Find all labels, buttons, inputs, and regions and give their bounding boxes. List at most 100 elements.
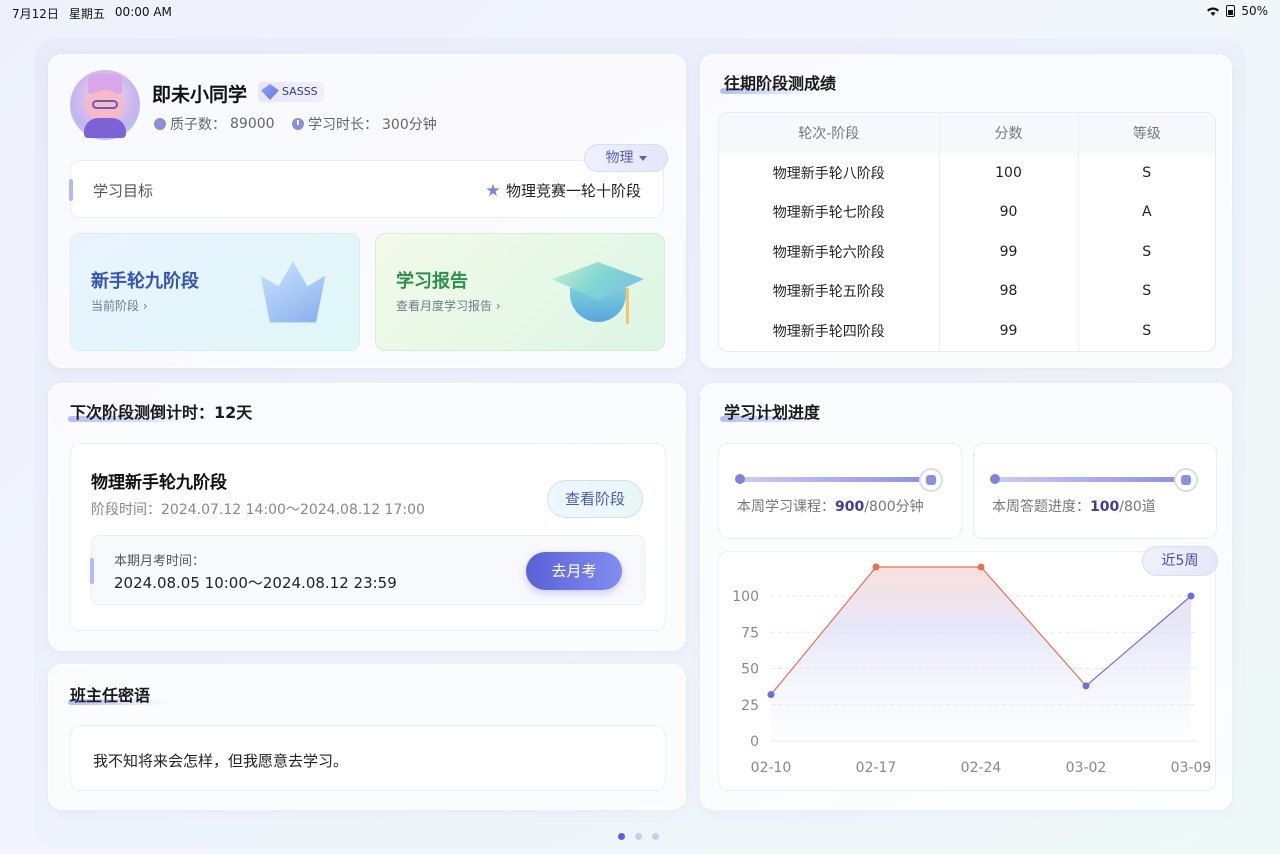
view-stage-button[interactable]: 查看阶段 <box>547 480 643 518</box>
chart-area <box>771 567 1191 741</box>
crown-icon <box>260 261 326 323</box>
table-row: 物理新手轮四阶段 99 S <box>719 311 1215 351</box>
star-icon <box>486 183 500 197</box>
next-stage-time: 阶段时间：2024.07.12 14:00～2024.08.12 17:00 <box>91 502 425 518</box>
table-row: 物理新手轮六阶段 99 S <box>719 232 1215 272</box>
progress-start-dot <box>990 474 1000 484</box>
y-tick-label: 75 <box>741 625 759 641</box>
course-progress-label: 本周学习课程： <box>737 499 835 515</box>
current-stage-tile[interactable]: 新手轮九阶段 当前阶段 › <box>70 233 360 351</box>
data-point <box>977 563 985 571</box>
status-bar: 7月12日 星期五 00:00 AM 50% <box>0 0 1280 24</box>
cell-stage: 物理新手轮五阶段 <box>719 271 940 311</box>
study-goal: 学习目标 物理竞赛一轮十阶段 <box>69 160 664 218</box>
x-tick-label: 03-09 <box>1171 760 1212 776</box>
cell-stage: 物理新手轮八阶段 <box>719 153 940 193</box>
chevron-right-icon: › <box>495 299 501 313</box>
quiz-progress: 本周答题进度：100/80道 <box>973 443 1217 539</box>
quark-count: 质子数： 89000 <box>154 114 275 134</box>
cell-grade: S <box>1142 322 1152 339</box>
y-tick-label: 0 <box>750 734 759 750</box>
course-progress-text: 本周学习课程：900/800分钟 <box>737 496 924 516</box>
monthly-exam-time: 2024.08.05 10:00～2024.08.12 23:59 <box>114 574 397 592</box>
clock-icon <box>292 118 304 130</box>
data-point <box>1187 592 1195 600</box>
quiz-progress-text: 本周答题进度：100/80道 <box>992 496 1156 516</box>
caret-down-icon <box>638 155 647 161</box>
stage-tile-sub: 当前阶段 <box>91 299 140 313</box>
quiz-progress-total: /80道 <box>1119 499 1156 515</box>
quiz-progress-knob <box>1174 468 1198 492</box>
x-tick-label: 02-24 <box>961 760 1002 776</box>
table-header-row: 轮次-阶段 分数 等级 <box>719 113 1215 153</box>
data-point <box>767 691 775 699</box>
chevron-right-icon: › <box>142 299 148 313</box>
table-row: 物理新手轮五阶段 98 S <box>719 271 1215 311</box>
monthly-exam-label: 本期月考时间： <box>114 554 206 569</box>
teacher-message: 我不知将来会怎样，但我愿意去学习。 <box>93 752 349 770</box>
goal-value: 物理竞赛一轮十阶段 <box>505 182 641 200</box>
report-tile-sub: 查看月度学习报告 <box>396 299 493 313</box>
cell-score: 90 <box>939 192 1079 232</box>
table-row: 物理新手轮八阶段 100 S <box>719 153 1215 193</box>
go-monthly-exam-button[interactable]: 去月考 <box>526 552 622 590</box>
page-dot[interactable] <box>635 833 642 840</box>
past-scores-table: 轮次-阶段 分数 等级 物理新手轮八阶段 100 S 物理新手轮七阶段 90 A… <box>718 112 1216 352</box>
status-date: 7月12日 <box>12 7 59 21</box>
cell-grade: S <box>1142 164 1152 181</box>
x-tick-label: 02-10 <box>751 760 792 776</box>
cell-score: 100 <box>939 153 1079 193</box>
x-tick-label: 02-17 <box>856 760 897 776</box>
rank-badge: SASSS <box>258 82 324 102</box>
past-scores-title: 往期阶段测成绩 <box>724 74 837 93</box>
report-tile-title: 学习报告 <box>396 271 468 292</box>
progress-chart-box: 0 25 50 75 100 02-10 02-17 02-24 03-02 03-09 <box>718 551 1216 791</box>
cell-stage: 物理新手轮四阶段 <box>719 311 940 351</box>
subject-label: 物理 <box>605 150 634 166</box>
course-progress-total: /800分钟 <box>864 499 924 515</box>
quiz-progress-label: 本周答题进度： <box>992 499 1090 515</box>
course-progress-value: 900 <box>835 499 865 515</box>
next-stage-box: 物理新手轮九阶段 阶段时间：2024.07.12 14:00～2024.08.1… <box>70 443 666 631</box>
cell-score: 99 <box>939 232 1079 272</box>
y-tick-label: 100 <box>732 589 759 605</box>
cell-grade: A <box>1141 204 1152 221</box>
status-weekday: 星期五 <box>68 7 105 21</box>
user-name: 即未小同学 <box>152 84 248 106</box>
teacher-message-box: 我不知将来会怎样，但我愿意去学习。 <box>70 725 666 791</box>
page-indicator[interactable] <box>618 833 659 840</box>
col-header-stage: 轮次-阶段 <box>719 113 940 153</box>
range-selector-button[interactable]: 近5周 <box>1142 546 1218 576</box>
countdown-title: 下次阶段测倒计时：12天 <box>70 403 253 422</box>
subject-dropdown[interactable]: 物理 <box>584 144 668 172</box>
study-plan-title: 学习计划进度 <box>724 403 821 422</box>
teacher-title: 班主任密语 <box>70 686 151 705</box>
duration-value: 300分钟 <box>382 117 437 133</box>
course-progress: 本周学习课程：900/800分钟 <box>718 443 962 539</box>
page-dot[interactable] <box>652 833 659 840</box>
cell-grade: S <box>1142 283 1152 300</box>
cell-stage: 物理新手轮七阶段 <box>719 192 940 232</box>
col-header-score: 分数 <box>939 113 1079 153</box>
study-report-tile[interactable]: 学习报告 查看月度学习报告 › <box>375 233 665 351</box>
stage-tile-link[interactable]: 当前阶段 › <box>91 297 148 314</box>
duration-label: 学习时长： <box>308 117 378 133</box>
page-dot[interactable] <box>618 833 625 840</box>
quark-icon <box>154 118 166 130</box>
report-tile-link[interactable]: 查看月度学习报告 › <box>396 297 501 314</box>
y-tick-label: 25 <box>741 698 759 714</box>
rank-label: SASSS <box>282 85 318 98</box>
battery-level: 50% <box>1241 4 1268 18</box>
course-progress-track <box>739 477 929 482</box>
avatar[interactable] <box>70 70 140 140</box>
cell-score: 99 <box>939 311 1079 351</box>
cell-score: 98 <box>939 271 1079 311</box>
graduation-cap-icon <box>552 262 644 332</box>
stage-tile-title: 新手轮九阶段 <box>91 271 199 292</box>
x-tick-label: 03-02 <box>1066 760 1107 776</box>
col-header-grade: 等级 <box>1078 113 1215 153</box>
data-point <box>872 563 880 571</box>
cell-grade: S <box>1142 243 1152 260</box>
progress-line-chart: 0 25 50 75 100 02-10 02-17 02-24 03-02 03-09 <box>732 563 1212 776</box>
y-tick-label: 50 <box>741 662 759 678</box>
